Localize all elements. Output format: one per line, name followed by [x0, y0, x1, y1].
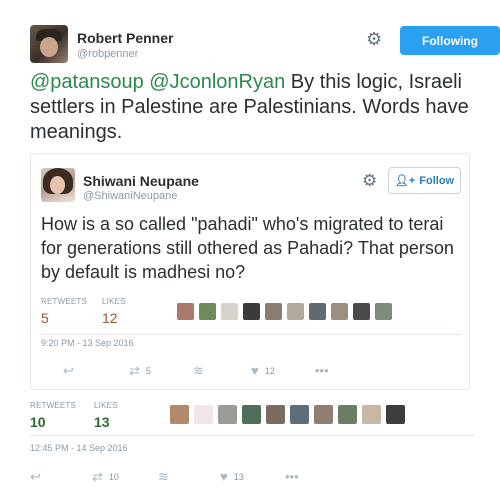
heart-icon: ♥: [251, 363, 259, 378]
liker-avatar[interactable]: [265, 303, 282, 320]
liker-avatar[interactable]: [266, 405, 285, 424]
retweets-stat[interactable]: RETWEETS 10: [30, 401, 76, 430]
retweets-label: RETWEETS: [41, 297, 88, 306]
divider: [41, 334, 461, 335]
following-button[interactable]: Following: [400, 26, 500, 55]
more-icon: •••: [315, 363, 329, 378]
likes-count: 12: [102, 310, 118, 326]
buffer-icon: ≋: [158, 469, 169, 484]
liker-avatar[interactable]: [199, 303, 216, 320]
liker-avatar[interactable]: [314, 405, 333, 424]
retweets-label: RETWEETS: [30, 401, 77, 410]
quoted-tweet[interactable]: Shiwani Neupane @ShiwaniNeupane ⚙ 👤︎+ Fo…: [30, 153, 470, 390]
liker-avatar[interactable]: [287, 303, 304, 320]
retweets-stat[interactable]: RETWEETS 5: [41, 297, 87, 326]
timestamp[interactable]: 12:45 PM - 14 Sep 2016: [30, 443, 128, 453]
liker-avatar[interactable]: [218, 405, 237, 424]
tweet-stats: RETWEETS 10 LIKES 13: [30, 401, 475, 431]
retweet-button[interactable]: ⇄ 10: [92, 470, 119, 483]
tweet-header: Robert Penner @robpenner ⚙ Following: [30, 22, 500, 63]
quoted-author-name[interactable]: Shiwani Neupane: [83, 173, 199, 189]
quoted-author-handle[interactable]: @ShiwaniNeupane: [83, 190, 177, 202]
liker-avatars: [170, 405, 405, 424]
more-button[interactable]: •••: [285, 470, 299, 483]
follow-label: Follow: [419, 174, 455, 187]
more-icon: •••: [285, 469, 299, 484]
tweet-card: Robert Penner @robpenner ⚙ Following @pa…: [0, 0, 500, 499]
liker-avatar[interactable]: [170, 405, 189, 424]
liker-avatar[interactable]: [338, 405, 357, 424]
reply-button[interactable]: ↩: [63, 364, 74, 377]
retweet-count: 5: [145, 365, 151, 376]
author-handle[interactable]: @robpenner: [77, 48, 138, 60]
action-bar: ↩ ⇄ 10 ≋ ♥ 13 •••: [30, 470, 475, 486]
avatar-face: [50, 176, 65, 194]
likes-stat[interactable]: LIKES 13: [94, 401, 118, 430]
liker-avatar[interactable]: [194, 405, 213, 424]
heart-icon: ♥: [220, 469, 228, 484]
liker-avatars: [177, 303, 392, 320]
quoted-text: How is a so called "pahadi" who's migrat…: [41, 214, 454, 282]
liker-avatar[interactable]: [386, 405, 405, 424]
likes-label: LIKES: [102, 297, 126, 306]
retweet-count: 10: [108, 471, 119, 482]
like-count: 13: [233, 471, 244, 482]
retweet-icon: ⇄: [129, 363, 140, 378]
tweet-text: @patansoup @JconlonRyan By this logic, I…: [30, 70, 475, 145]
timestamp[interactable]: 9:20 PM - 13 Sep 2016: [41, 338, 134, 348]
retweet-button[interactable]: ⇄ 5: [129, 364, 151, 377]
likes-stat[interactable]: LIKES 12: [102, 297, 126, 326]
buffer-icon: ≋: [193, 363, 204, 378]
quoted-stats: RETWEETS 5 LIKES 12: [41, 297, 461, 327]
liker-avatar[interactable]: [221, 303, 238, 320]
retweet-icon: ⇄: [92, 469, 103, 484]
retweets-count: 5: [41, 310, 49, 326]
liker-avatar[interactable]: [242, 405, 261, 424]
buffer-button[interactable]: ≋: [193, 364, 204, 377]
liker-avatar[interactable]: [353, 303, 370, 320]
liker-avatar[interactable]: [290, 405, 309, 424]
liker-avatar[interactable]: [243, 303, 260, 320]
follow-button[interactable]: 👤︎+ Follow: [388, 167, 461, 194]
liker-avatar[interactable]: [362, 405, 381, 424]
add-user-icon: 👤︎+: [394, 175, 416, 187]
mention-link[interactable]: @patansoup: [30, 71, 144, 93]
avatar-face: [40, 37, 58, 57]
like-count: 12: [264, 365, 275, 376]
liker-avatar[interactable]: [309, 303, 326, 320]
mention-link[interactable]: @JconlonRyan: [149, 71, 285, 93]
liker-avatar[interactable]: [177, 303, 194, 320]
buffer-button[interactable]: ≋: [158, 470, 169, 483]
likes-count: 13: [94, 414, 110, 430]
like-button[interactable]: ♥ 13: [220, 470, 244, 483]
divider: [30, 435, 475, 436]
reply-button[interactable]: ↩: [30, 470, 41, 483]
action-bar: ↩ ⇄ 5 ≋ ♥ 12 •••: [41, 364, 461, 380]
gear-icon[interactable]: ⚙: [362, 172, 377, 189]
reply-icon: ↩: [63, 363, 74, 378]
reply-icon: ↩: [30, 469, 41, 484]
liker-avatar[interactable]: [375, 303, 392, 320]
more-button[interactable]: •••: [315, 364, 329, 377]
quoted-avatar[interactable]: [41, 168, 75, 202]
avatar[interactable]: [30, 25, 68, 63]
liker-avatar[interactable]: [331, 303, 348, 320]
retweets-count: 10: [30, 414, 46, 430]
gear-icon[interactable]: ⚙: [366, 30, 382, 48]
likes-label: LIKES: [94, 401, 118, 410]
author-name[interactable]: Robert Penner: [77, 30, 173, 46]
like-button[interactable]: ♥ 12: [251, 364, 275, 377]
